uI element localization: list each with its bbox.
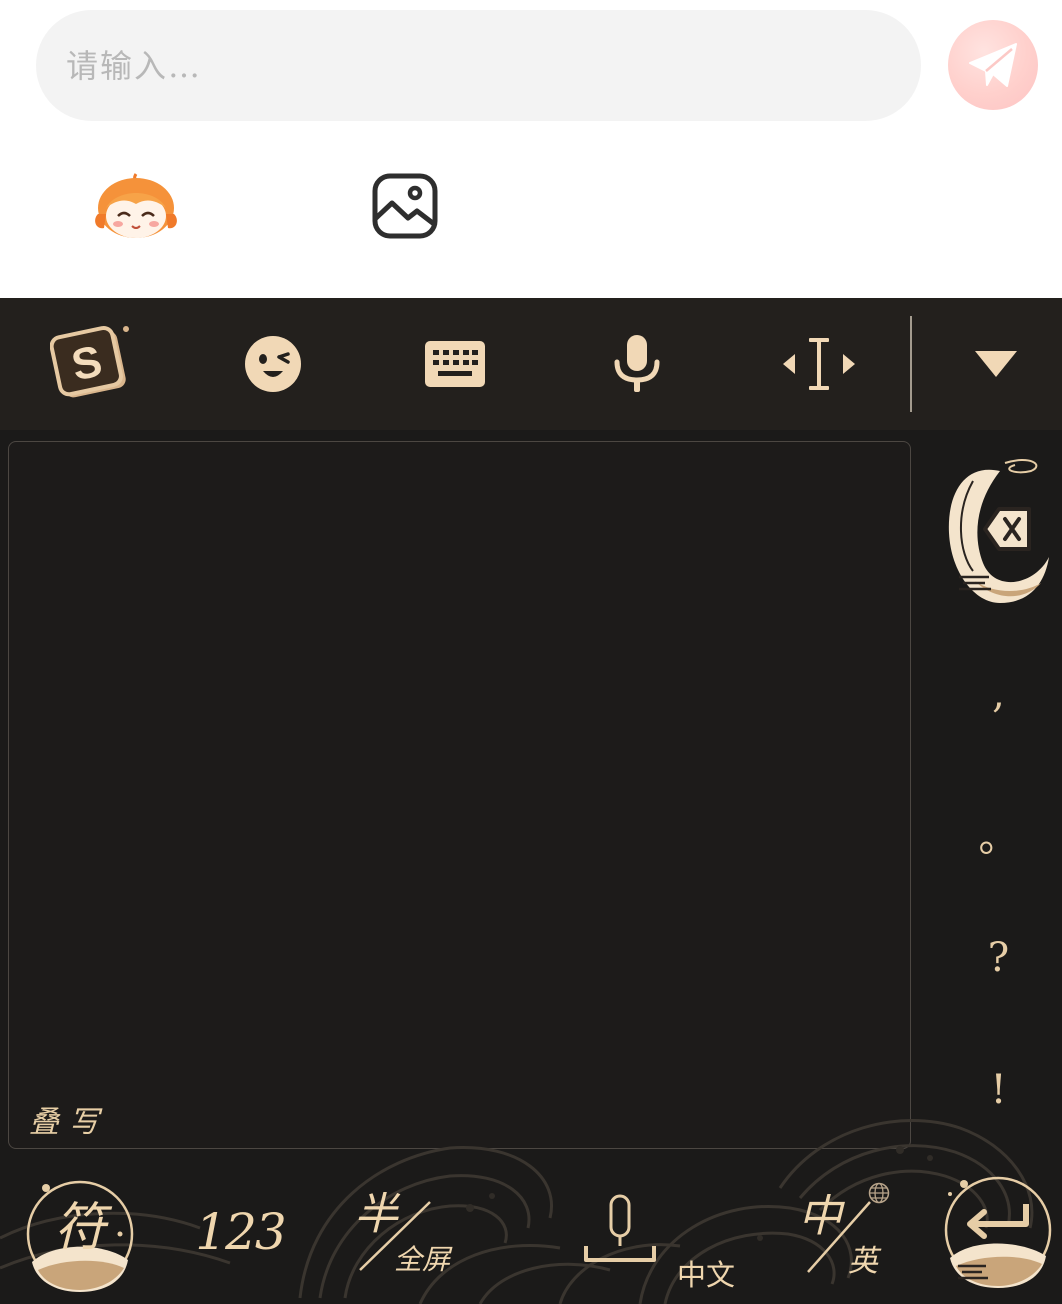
microphone-space-icon [584, 1194, 656, 1262]
ime-keyboard: S 叠写 , 。 ? ! 符 123 半 全屏 中文 中 英 [0, 298, 1062, 1304]
symbol-key-label: 符 [53, 1197, 106, 1258]
comma-key[interactable]: , [935, 671, 1062, 717]
keyboard-bottom-row: 符 123 半 全屏 中文 中 英 [0, 1158, 1062, 1304]
period-key[interactable]: 。 [935, 805, 1062, 863]
language-switch-key[interactable]: 中 英 [792, 1172, 912, 1292]
symbol-key[interactable]: 符 [24, 1172, 136, 1296]
message-composer [0, 0, 1062, 298]
wink-face-icon [245, 336, 301, 392]
paper-plane-icon [969, 43, 1017, 87]
image-button[interactable] [370, 172, 440, 240]
handwriting-panel[interactable]: 叠写 [8, 441, 911, 1149]
image-icon [372, 173, 438, 239]
globe-icon [868, 1182, 890, 1204]
half-full-width-key[interactable]: 半 全屏 [346, 1172, 476, 1292]
microphone-icon [614, 335, 660, 392]
keyboard-layout-button[interactable] [404, 298, 506, 430]
number-key-label: 123 [195, 1203, 286, 1261]
message-input-container[interactable] [36, 10, 921, 121]
delete-key[interactable] [945, 453, 1055, 609]
mascot-sticker-button[interactable] [92, 170, 180, 242]
mascot-avatar-icon [95, 173, 177, 238]
send-button[interactable] [948, 20, 1038, 110]
enter-key[interactable] [942, 1170, 1054, 1294]
collapse-keyboard-button[interactable] [944, 298, 1048, 430]
space-key-label: 中文 [677, 1258, 736, 1292]
sogou-logo-button[interactable]: S [40, 298, 144, 430]
keyboard-icon [425, 341, 485, 387]
keyboard-toolbar: S [0, 298, 1062, 430]
full-screen-label: 全屏 [394, 1243, 451, 1276]
space-key[interactable]: 中文 [570, 1178, 750, 1294]
side-key-column: , 。 ? ! [935, 441, 1062, 1151]
cursor-move-button[interactable] [768, 298, 870, 430]
enter-arrow-icon [944, 1176, 1052, 1288]
english-label: 英 [848, 1244, 878, 1279]
exclamation-key[interactable]: ! [935, 1067, 1062, 1113]
sogou-s-icon: S [50, 325, 129, 398]
emoji-button[interactable] [222, 298, 324, 430]
number-key[interactable]: 123 [180, 1192, 300, 1272]
triangle-down-icon [975, 351, 1017, 377]
question-key[interactable]: ? [935, 935, 1062, 981]
voice-input-button[interactable] [586, 298, 688, 430]
message-input[interactable] [66, 38, 886, 94]
text-cursor-icon [783, 338, 855, 390]
backspace-icon [948, 459, 1049, 603]
toolbar-divider [910, 316, 912, 412]
